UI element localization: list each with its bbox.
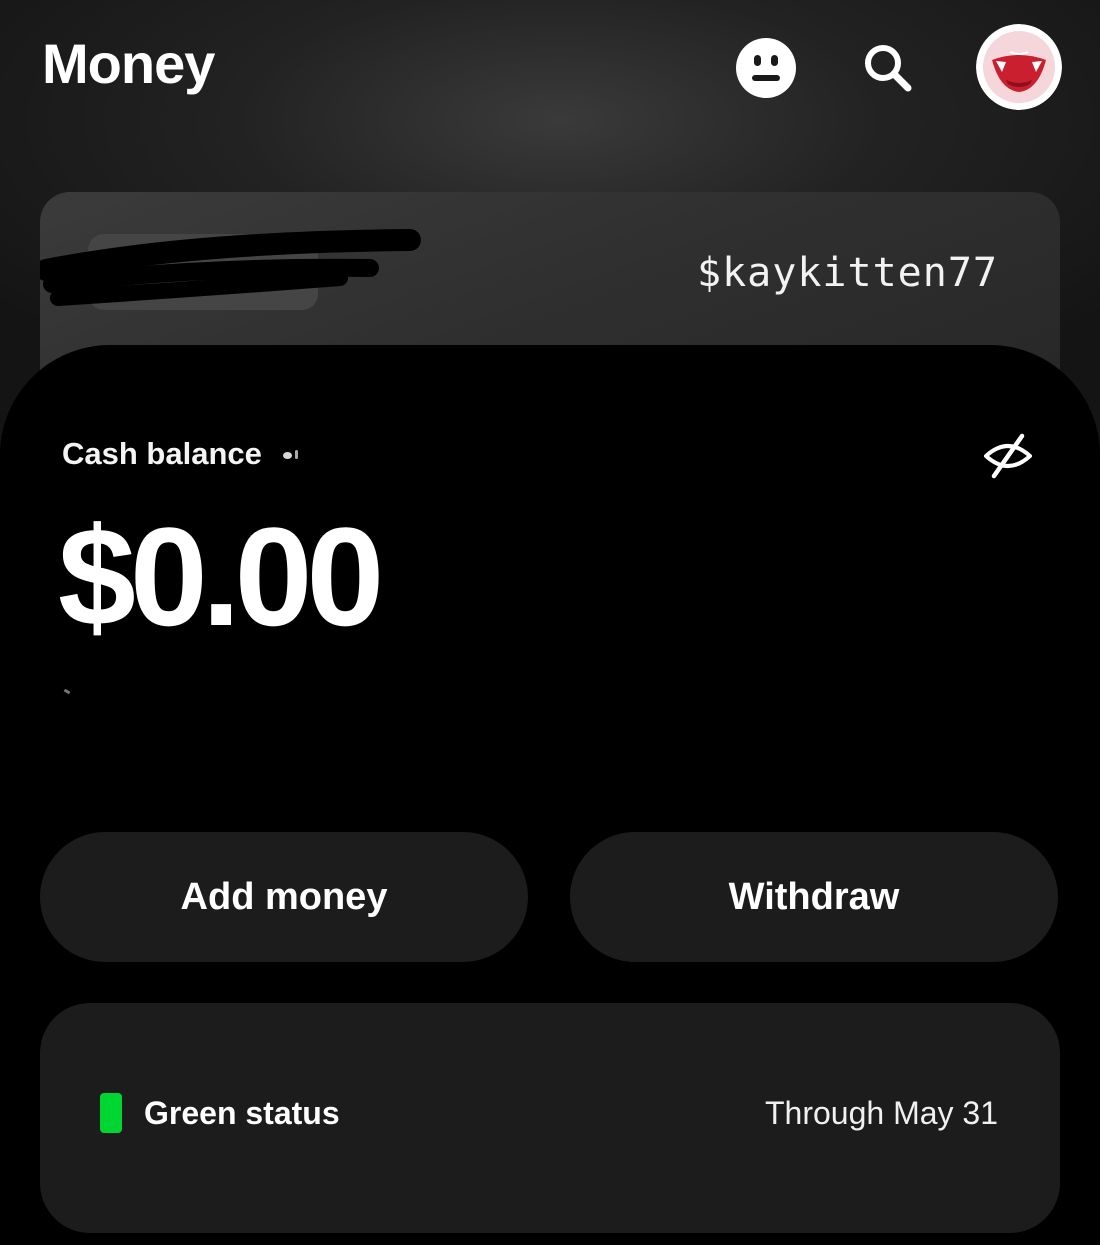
smiley-icon: [736, 38, 796, 98]
balance-label: Cash balance: [62, 436, 262, 471]
add-money-button[interactable]: Add money: [40, 832, 528, 962]
avatar[interactable]: [976, 24, 1062, 110]
status-label: Green status: [144, 1095, 340, 1131]
eye-slash-icon: [984, 433, 1032, 479]
cashtag[interactable]: $kaykitten77: [697, 250, 998, 296]
status-card[interactable]: Green status Through May 31: [40, 1003, 1060, 1233]
balance-amount: $0.00: [58, 498, 384, 655]
search-icon: [865, 45, 912, 92]
withdraw-button[interactable]: Withdraw: [570, 832, 1058, 962]
search-button[interactable]: [856, 36, 920, 100]
avatar-image: [976, 24, 1062, 110]
hide-balance-button[interactable]: [982, 430, 1034, 482]
page-title: Money: [42, 32, 215, 95]
status-date: Through May 31: [764, 1095, 998, 1131]
status-indicator: [100, 1093, 122, 1133]
label-decoration: [295, 450, 298, 459]
redaction-scribble: [40, 229, 421, 306]
label-decoration: [283, 452, 292, 459]
support-button[interactable]: [734, 36, 798, 100]
